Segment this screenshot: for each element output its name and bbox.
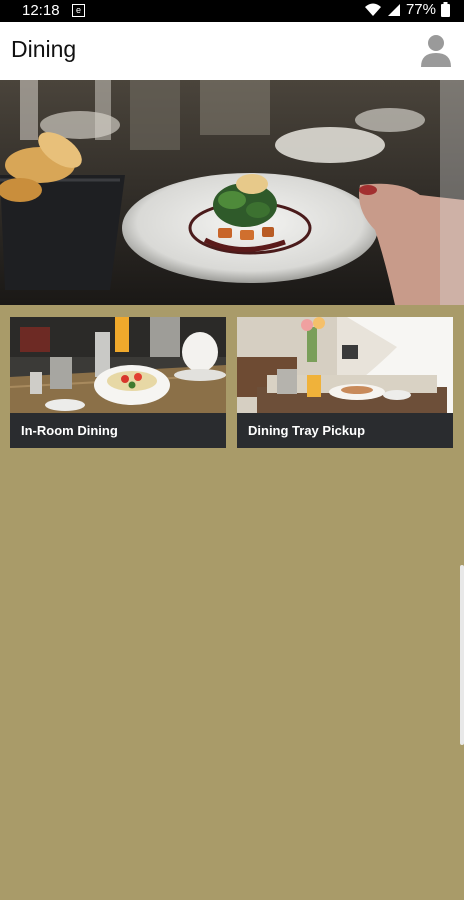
- scrollbar[interactable]: [460, 565, 464, 745]
- tile-label: Dining Tray Pickup: [237, 413, 453, 448]
- status-icons: 77%: [364, 1, 450, 18]
- person-icon: [421, 35, 451, 67]
- signal-icon: [387, 3, 400, 16]
- profile-button[interactable]: [418, 32, 454, 68]
- breakfast-table-photo: [10, 317, 226, 413]
- status-bar: 12:18 e 77%: [0, 0, 464, 22]
- battery-percent: 77%: [405, 1, 436, 18]
- status-time: 12:18: [22, 2, 60, 19]
- room-tray-photo: [237, 317, 453, 413]
- in-room-dining-tile[interactable]: In-Room Dining: [10, 317, 226, 448]
- hero-image: [0, 80, 464, 305]
- notification-icon: e: [72, 4, 85, 17]
- battery-icon: [441, 2, 450, 17]
- page-title: Dining: [11, 36, 77, 62]
- wifi-icon: [364, 3, 381, 16]
- plated-dish-photo: [0, 80, 464, 305]
- app-bar: Dining: [0, 22, 464, 81]
- tile-label: In-Room Dining: [10, 413, 226, 448]
- dining-tray-pickup-tile[interactable]: Dining Tray Pickup: [237, 317, 453, 448]
